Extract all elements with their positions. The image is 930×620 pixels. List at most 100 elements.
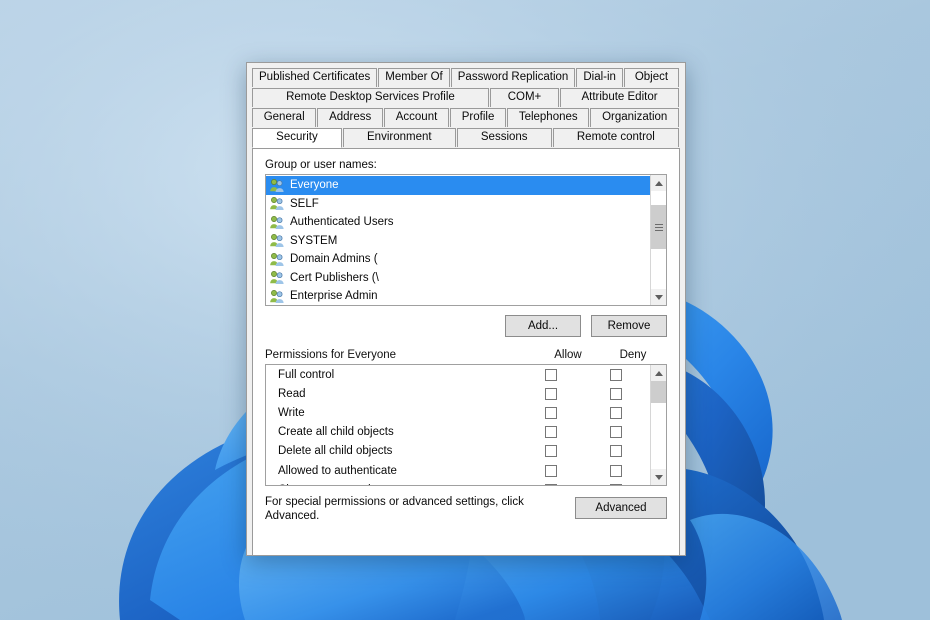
group-user-list-item[interactable]: Authenticated Users bbox=[266, 213, 650, 232]
allow-cell bbox=[520, 407, 582, 419]
tab-remote-desktop-services-profile[interactable]: Remote Desktop Services Profile bbox=[252, 88, 489, 107]
group-user-list-item[interactable]: Domain Admins ( bbox=[266, 250, 650, 269]
tab-published-certificates[interactable]: Published Certificates bbox=[252, 68, 377, 87]
allow-checkbox[interactable] bbox=[545, 484, 557, 485]
scroll-up-button[interactable] bbox=[651, 365, 666, 381]
tab-strip: Published Certificates Member Of Passwor… bbox=[247, 63, 685, 147]
advanced-button[interactable]: Advanced bbox=[575, 497, 667, 519]
users-group-icon bbox=[269, 270, 285, 285]
group-user-list-item[interactable]: Everyone bbox=[266, 176, 650, 195]
allow-cell bbox=[520, 465, 582, 477]
permission-row: Write bbox=[266, 403, 650, 422]
permission-name: Change password bbox=[266, 484, 520, 485]
tab-sessions[interactable]: Sessions bbox=[457, 128, 552, 147]
advanced-hint-text: For special permissions or advanced sett… bbox=[265, 495, 575, 523]
permission-row: Allowed to authenticate bbox=[266, 461, 650, 480]
security-tab-page: Group or user names: EveryoneSELFAuthent… bbox=[252, 148, 680, 556]
group-user-name: Everyone bbox=[290, 179, 339, 191]
scroll-thumb[interactable] bbox=[651, 205, 666, 249]
tab-object[interactable]: Object bbox=[624, 68, 679, 87]
tab-member-of[interactable]: Member Of bbox=[378, 68, 450, 87]
tab-profile[interactable]: Profile bbox=[450, 108, 506, 127]
tab-environment[interactable]: Environment bbox=[343, 128, 456, 147]
tab-organization[interactable]: Organization bbox=[590, 108, 679, 127]
group-user-list: Everyone SELF Authenticated Users SYSTEM Dom… bbox=[266, 175, 650, 305]
deny-cell bbox=[582, 445, 650, 457]
users-group-icon bbox=[269, 196, 285, 211]
permissions-listbox[interactable]: Full control ReadWrite Create all child ob… bbox=[265, 364, 667, 486]
permission-row: Read bbox=[266, 384, 650, 403]
scroll-down-button[interactable] bbox=[651, 469, 666, 485]
allow-checkbox[interactable] bbox=[545, 445, 557, 457]
group-user-name: SYSTEM bbox=[290, 235, 337, 247]
tab-com-plus[interactable]: COM+ bbox=[490, 88, 559, 107]
allow-checkbox[interactable] bbox=[545, 369, 557, 381]
tab-security[interactable]: Security bbox=[252, 128, 342, 148]
tab-telephones[interactable]: Telephones bbox=[507, 108, 589, 127]
group-user-list-item[interactable]: Enterprise Admin bbox=[266, 287, 650, 305]
tab-label: Published Certificates bbox=[259, 72, 370, 84]
permission-row: Delete all child objects bbox=[266, 442, 650, 461]
tab-account[interactable]: Account bbox=[384, 108, 449, 127]
tab-row: Published Certificates Member Of Passwor… bbox=[252, 68, 680, 87]
scroll-track[interactable] bbox=[651, 381, 666, 469]
group-or-user-names-listbox[interactable]: Everyone SELF Authenticated Users SYSTEM Dom… bbox=[265, 174, 667, 306]
deny-column-header: Deny bbox=[599, 349, 667, 361]
scroll-track[interactable] bbox=[651, 191, 666, 289]
tab-label: Organization bbox=[602, 112, 667, 124]
tab-remote-control[interactable]: Remote control bbox=[553, 128, 679, 147]
allow-cell bbox=[520, 484, 582, 485]
tab-label: Password Replication bbox=[458, 72, 569, 84]
tab-password-replication[interactable]: Password Replication bbox=[451, 68, 576, 87]
scroll-down-button[interactable] bbox=[651, 289, 666, 305]
tab-label: Object bbox=[635, 72, 668, 84]
tab-address[interactable]: Address bbox=[317, 108, 383, 127]
allow-checkbox[interactable] bbox=[545, 426, 557, 438]
deny-checkbox[interactable] bbox=[610, 426, 622, 438]
permission-row: Change password bbox=[266, 480, 650, 485]
group-user-name: Cert Publishers (\ bbox=[290, 272, 379, 284]
permissions-header: Permissions for Everyone Allow Deny bbox=[265, 349, 667, 361]
tab-dial-in[interactable]: Dial-in bbox=[576, 68, 623, 87]
tab-attribute-editor[interactable]: Attribute Editor bbox=[560, 88, 679, 107]
permission-row: Create all child objects bbox=[266, 423, 650, 442]
grip-icon bbox=[655, 224, 663, 231]
remove-button[interactable]: Remove bbox=[591, 315, 667, 337]
permission-name: Delete all child objects bbox=[266, 445, 520, 457]
deny-checkbox[interactable] bbox=[610, 369, 622, 381]
scroll-thumb[interactable] bbox=[651, 381, 666, 403]
tab-label: Remote Desktop Services Profile bbox=[286, 92, 455, 104]
permission-name: Full control bbox=[266, 369, 520, 381]
deny-cell bbox=[582, 388, 650, 400]
allow-cell bbox=[520, 369, 582, 381]
add-button[interactable]: Add... bbox=[505, 315, 581, 337]
permissions-scrollbar[interactable] bbox=[650, 365, 666, 485]
allow-cell bbox=[520, 388, 582, 400]
users-group-icon bbox=[269, 178, 285, 193]
users-group-icon bbox=[269, 289, 285, 304]
user-list-scrollbar[interactable] bbox=[650, 175, 666, 305]
chevron-down-icon bbox=[655, 475, 663, 480]
tab-label: Telephones bbox=[519, 112, 578, 124]
deny-checkbox[interactable] bbox=[610, 407, 622, 419]
deny-checkbox[interactable] bbox=[610, 388, 622, 400]
tab-label: Account bbox=[396, 112, 438, 124]
group-user-list-item[interactable]: SELF bbox=[266, 195, 650, 214]
allow-checkbox[interactable] bbox=[545, 388, 557, 400]
permission-name: Create all child objects bbox=[266, 426, 520, 438]
deny-checkbox[interactable] bbox=[610, 445, 622, 457]
permission-name: Allowed to authenticate bbox=[266, 465, 520, 477]
scroll-up-button[interactable] bbox=[651, 175, 666, 191]
group-user-list-item[interactable]: Cert Publishers (\ bbox=[266, 269, 650, 288]
allow-cell bbox=[520, 445, 582, 457]
tab-general[interactable]: General bbox=[252, 108, 316, 127]
allow-checkbox[interactable] bbox=[545, 465, 557, 477]
tab-label: Member Of bbox=[385, 72, 443, 84]
tab-label: Security bbox=[276, 132, 318, 144]
deny-checkbox[interactable] bbox=[610, 484, 622, 485]
group-user-name: SELF bbox=[290, 198, 319, 210]
allow-checkbox[interactable] bbox=[545, 407, 557, 419]
deny-checkbox[interactable] bbox=[610, 465, 622, 477]
allow-cell bbox=[520, 426, 582, 438]
group-user-list-item[interactable]: SYSTEM bbox=[266, 232, 650, 251]
